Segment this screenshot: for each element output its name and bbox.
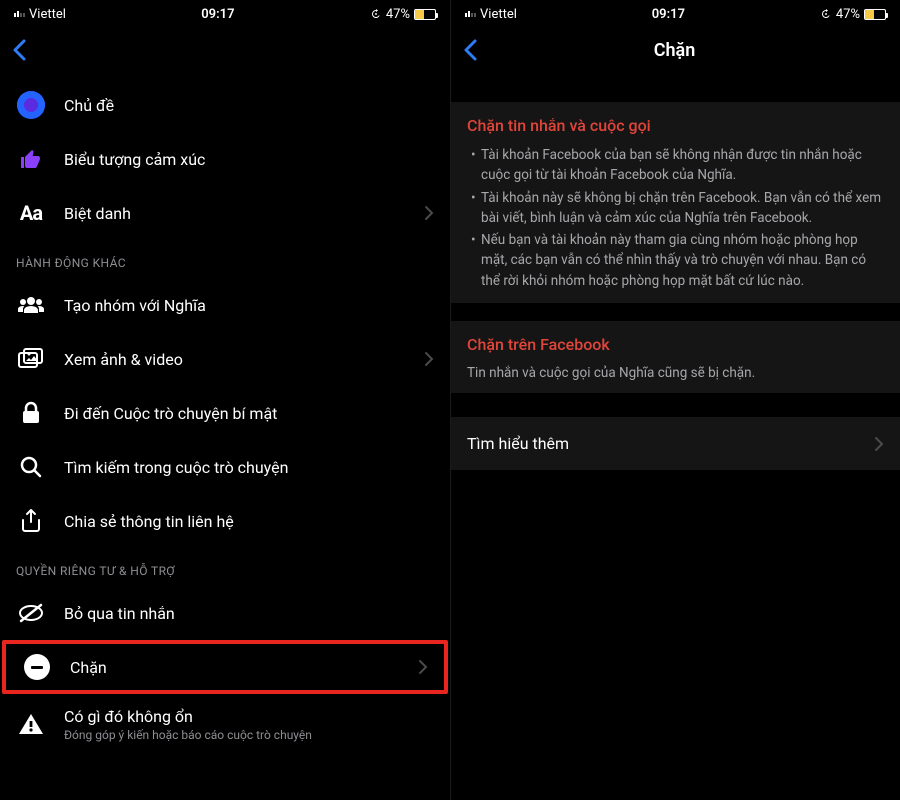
- row-create-group[interactable]: Tạo nhóm với Nghĩa: [0, 278, 450, 332]
- page-title: Chặn: [459, 40, 890, 61]
- row-report-sub: Đóng góp ý kiến hoặc báo cáo cuộc trò ch…: [64, 728, 434, 742]
- row-view-media-label: Xem ảnh & video: [64, 350, 406, 369]
- block-messages-card[interactable]: Chặn tin nhắn và cuộc gọi Tài khoản Face…: [451, 102, 900, 303]
- row-block-label: Chặn: [70, 658, 400, 677]
- chevron-right-icon: [874, 436, 884, 452]
- row-secret-label: Đi đến Cuộc trò chuyện bí mật: [64, 404, 434, 423]
- row-search-label: Tìm kiếm trong cuộc trò chuyện: [64, 458, 434, 477]
- row-report[interactable]: Có gì đó không ổn Đóng góp ý kiến hoặc b…: [0, 694, 450, 754]
- desc-item: Tài khoản Facebook của bạn sẽ không nhận…: [471, 145, 884, 186]
- battery-icon: [414, 9, 436, 20]
- row-share-label: Chia sẻ thông tin liên hệ: [64, 512, 434, 531]
- signal-icon: [14, 11, 25, 17]
- row-secret-conversation[interactable]: Đi đến Cuộc trò chuyện bí mật: [0, 386, 450, 440]
- row-theme[interactable]: Chủ đề: [0, 78, 450, 132]
- orientation-lock-icon: [370, 8, 382, 20]
- carrier-label: Viettel: [29, 7, 66, 22]
- section-privacy-support: QUYỀN RIÊNG TƯ & HỖ TRỢ: [0, 548, 450, 586]
- settings-screen: Viettel 09:17 47% Chủ đề Biểu tượng cảm …: [0, 0, 450, 800]
- row-search-conversation[interactable]: Tìm kiếm trong cuộc trò chuyện: [0, 440, 450, 494]
- text-icon: Aa: [20, 201, 42, 225]
- group-icon: [16, 295, 46, 315]
- battery-pct: 47%: [386, 7, 410, 22]
- status-bar: Viettel 09:17 47%: [0, 0, 450, 28]
- carrier-label: Viettel: [480, 7, 517, 22]
- row-ignore-messages[interactable]: Bỏ qua tin nhắn: [0, 586, 450, 640]
- row-block[interactable]: Chặn: [2, 640, 448, 694]
- block-facebook-desc: Tin nhắn và cuộc gọi của Nghĩa cũng sẽ b…: [467, 364, 884, 384]
- chevron-left-icon: [12, 39, 26, 61]
- chevron-right-icon: [418, 659, 428, 675]
- row-emoji[interactable]: Biểu tượng cảm xúc: [0, 132, 450, 186]
- chevron-right-icon: [424, 351, 434, 367]
- orientation-lock-icon: [820, 8, 832, 20]
- battery-pct: 47%: [836, 7, 860, 22]
- row-view-media[interactable]: Xem ảnh & video: [0, 332, 450, 386]
- chevron-right-icon: [424, 205, 434, 221]
- block-messages-desc: Tài khoản Facebook của bạn sẽ không nhận…: [467, 145, 884, 291]
- battery-icon: [864, 9, 886, 20]
- status-bar: Viettel 09:17 47%: [451, 0, 900, 28]
- row-nickname[interactable]: Aa Biệt danh: [0, 186, 450, 240]
- theme-icon: [17, 91, 45, 119]
- desc-item: Nếu bạn và tài khoản này tham gia cùng n…: [471, 230, 884, 291]
- clock: 09:17: [517, 7, 820, 22]
- row-learn-more[interactable]: Tìm hiểu thêm: [451, 417, 900, 470]
- block-facebook-title: Chặn trên Facebook: [451, 321, 900, 364]
- nav-bar: Chặn: [451, 28, 900, 72]
- row-create-group-label: Tạo nhóm với Nghĩa: [64, 296, 434, 315]
- row-share-contact[interactable]: Chia sẻ thông tin liên hệ: [0, 494, 450, 548]
- thumb-icon: [16, 147, 46, 171]
- search-icon: [16, 455, 46, 479]
- section-other-actions: HÀNH ĐỘNG KHÁC: [0, 240, 450, 278]
- ignore-icon: [16, 603, 46, 623]
- nav-bar: [0, 28, 450, 72]
- desc-item: Tài khoản này sẽ không bị chặn trên Face…: [471, 188, 884, 229]
- block-icon: [22, 654, 52, 680]
- lock-icon: [16, 401, 46, 425]
- row-report-label: Có gì đó không ổn: [64, 707, 434, 726]
- row-emoji-label: Biểu tượng cảm xúc: [64, 150, 434, 169]
- media-icon: [16, 348, 46, 370]
- row-nickname-label: Biệt danh: [64, 204, 406, 223]
- warning-icon: [16, 712, 46, 736]
- block-messages-title: Chặn tin nhắn và cuộc gọi: [451, 102, 900, 145]
- back-button[interactable]: [10, 35, 28, 65]
- learn-more-label: Tìm hiểu thêm: [467, 434, 569, 453]
- block-screen: Viettel 09:17 47% Chặn Chặn tin nhắn và …: [450, 0, 900, 800]
- signal-icon: [465, 11, 476, 17]
- clock: 09:17: [66, 7, 370, 22]
- row-theme-label: Chủ đề: [64, 96, 434, 115]
- block-facebook-card[interactable]: Chặn trên Facebook Tin nhắn và cuộc gọi …: [451, 321, 900, 394]
- share-icon: [16, 508, 46, 534]
- row-ignore-label: Bỏ qua tin nhắn: [64, 604, 434, 623]
